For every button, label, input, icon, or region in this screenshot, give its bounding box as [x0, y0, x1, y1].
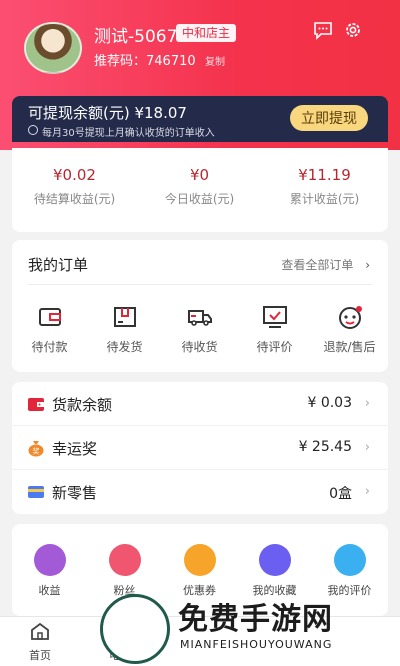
today-earnings[interactable]: ¥0 今日收益(元): [137, 166, 262, 207]
tool-my-reviews[interactable]: 我的评价: [312, 544, 387, 598]
stat-value: ¥11.19: [298, 166, 351, 184]
list-item-label: 新零售: [52, 484, 98, 502]
order-label: 待发货: [106, 340, 143, 354]
list-item-value: ¥ 25.45: [298, 439, 352, 455]
settings-icon[interactable]: [342, 19, 364, 41]
order-label: 待收货: [181, 340, 218, 354]
orders-title: 我的订单: [28, 256, 89, 274]
watermark-logo: [100, 594, 170, 664]
earnings-stats: ¥0.02 待结算收益(元) ¥0 今日收益(元) ¥11.19 累计收益(元): [12, 148, 388, 232]
view-all-orders[interactable]: 查看全部订单 ›: [281, 256, 370, 273]
referral-code: 推荐码：746710: [94, 54, 196, 69]
stat-label: 累计收益(元): [289, 192, 360, 206]
chevron-right-icon: ›: [364, 440, 370, 455]
list-item-new-retail[interactable]: 新零售 0盒 ›: [12, 470, 388, 514]
copy-referral-button[interactable]: 复制: [205, 53, 225, 68]
favorite-icon: [258, 544, 291, 576]
tool-fans[interactable]: 粉丝: [87, 544, 162, 598]
order-label: 待评价: [256, 340, 293, 354]
view-all-label: 查看全部订单: [281, 258, 354, 272]
stat-value: ¥0: [189, 166, 210, 184]
chevron-right-icon: ›: [364, 396, 370, 411]
chevron-right-icon: ›: [364, 484, 370, 499]
refund-icon: [338, 306, 362, 329]
tool-favorites[interactable]: 我的收藏: [237, 544, 312, 598]
svg-text:奖: 奖: [33, 447, 40, 456]
coupon-icon: [183, 544, 216, 576]
truck-icon: [187, 310, 212, 326]
review-icon: [262, 306, 287, 328]
stat-value: ¥0.02: [53, 166, 96, 184]
list-item-value: 0盒: [329, 486, 352, 502]
tool-income[interactable]: 收益: [12, 544, 87, 598]
home-icon: [31, 622, 49, 640]
withdrawable-balance: 可提现余额(元) ¥18.07: [28, 104, 187, 122]
avatar[interactable]: [24, 22, 82, 74]
order-label: 待付款: [31, 340, 68, 354]
tab-label: 首页: [29, 649, 51, 662]
order-pending-shipment[interactable]: 待发货: [87, 304, 162, 355]
pending-earnings[interactable]: ¥0.02 待结算收益(元): [12, 166, 137, 207]
withdrawable-balance-card: 可提现余额(元) ¥18.07 每月30号提现上月确认收货的订单收入 立即提现: [12, 96, 388, 142]
order-refund[interactable]: 退款/售后: [312, 304, 387, 355]
watermark-text: 免费手游网: [178, 602, 333, 637]
list-item-goods-balance[interactable]: 货款余额 ¥ 0.03 ›: [12, 382, 388, 426]
list-item-label: 货款余额: [52, 396, 113, 414]
clock-icon: [28, 125, 38, 135]
fans-icon: [108, 544, 141, 576]
user-name: 测试-5067: [94, 27, 178, 47]
order-pending-payment[interactable]: 待付款: [12, 304, 87, 355]
chevron-right-icon: ›: [365, 258, 370, 272]
card-icon: [28, 486, 44, 498]
total-earnings[interactable]: ¥11.19 累计收益(元): [262, 166, 387, 207]
tool-label: 收益: [38, 584, 61, 597]
stat-label: 今日收益(元): [164, 192, 235, 206]
list-item-label: 幸运奖: [52, 440, 98, 458]
income-icon: [33, 544, 66, 576]
stat-label: 待结算收益(元): [33, 192, 116, 206]
order-pending-receipt[interactable]: 待收货: [162, 304, 237, 355]
balance-list: 货款余额 ¥ 0.03 › 奖 幸运奖 ¥ 25.45 › 新零售 0盒 ›: [12, 382, 388, 514]
package-icon: [113, 307, 136, 327]
divider: [28, 284, 372, 285]
watermark-subtext: MIANFEISHOUYOUWANG: [180, 638, 333, 651]
tool-coupon[interactable]: 优惠券: [162, 544, 237, 598]
wallet-icon: [38, 308, 61, 326]
wallet-red-icon: [28, 398, 44, 411]
order-pending-review[interactable]: 待评价: [237, 304, 312, 355]
order-label: 退款/售后: [323, 340, 376, 354]
tab-home[interactable]: 首页: [0, 621, 80, 663]
list-item-value: ¥ 0.03: [307, 395, 352, 411]
message-icon[interactable]: [312, 19, 334, 41]
my-orders: 我的订单 查看全部订单 › 待付款 待发货 待收货 待评价 退款/售后: [12, 240, 388, 372]
list-item-lucky-prize[interactable]: 奖 幸运奖 ¥ 25.45 ›: [12, 426, 388, 470]
comment-icon: [333, 544, 366, 576]
lucky-bag-icon: 奖: [28, 441, 44, 457]
role-badge: 中和店主: [176, 24, 237, 42]
withdraw-button[interactable]: 立即提现: [290, 105, 368, 131]
withdraw-note: 每月30号提现上月确认收货的订单收入: [42, 128, 215, 139]
